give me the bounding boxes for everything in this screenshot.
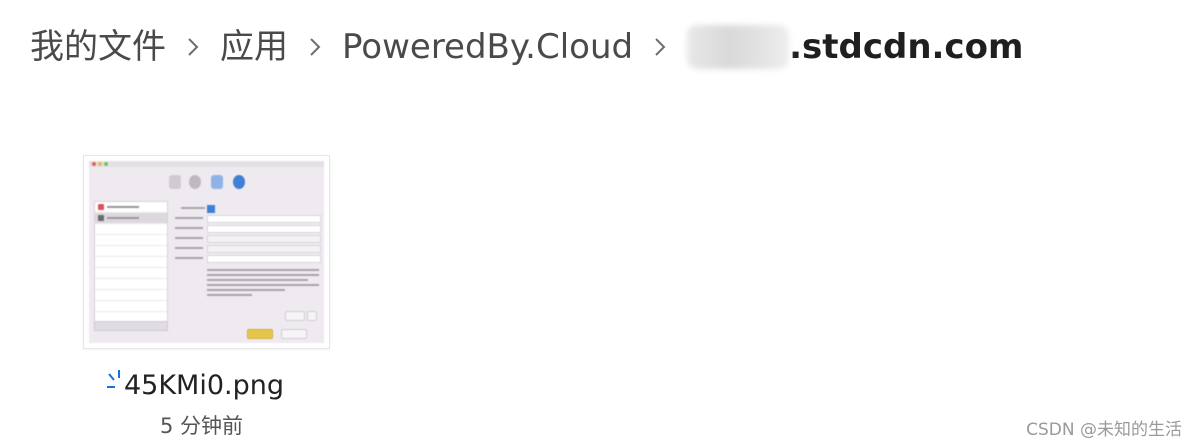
syncing-icon [106,369,124,395]
breadcrumb-poweredby-cloud[interactable]: PoweredBy.Cloud [342,22,633,72]
file-thumbnail-card[interactable] [84,156,329,348]
chevron-right-icon [178,36,208,58]
breadcrumb-my-files[interactable]: 我的文件 [30,22,166,72]
file-name: 45KMi0.png [124,370,285,401]
breadcrumb-current-label: .stdcdn.com [789,27,1024,67]
watermark: CSDN @未知的生活 [1026,420,1182,440]
chevron-right-icon [300,36,330,58]
breadcrumb-current-folder: .stdcdn.com [687,22,1023,72]
breadcrumb: 我的文件 应用 PoweredBy.Cloud .stdcdn.com [30,22,1023,72]
image-thumbnail [89,161,324,343]
chevron-right-icon [645,36,675,58]
file-name-row[interactable]: 45KMi0.png [106,364,284,408]
redacted-blur [687,25,790,69]
file-modified-time: 5 分钟前 [160,414,244,438]
breadcrumb-apps[interactable]: 应用 [220,22,288,72]
